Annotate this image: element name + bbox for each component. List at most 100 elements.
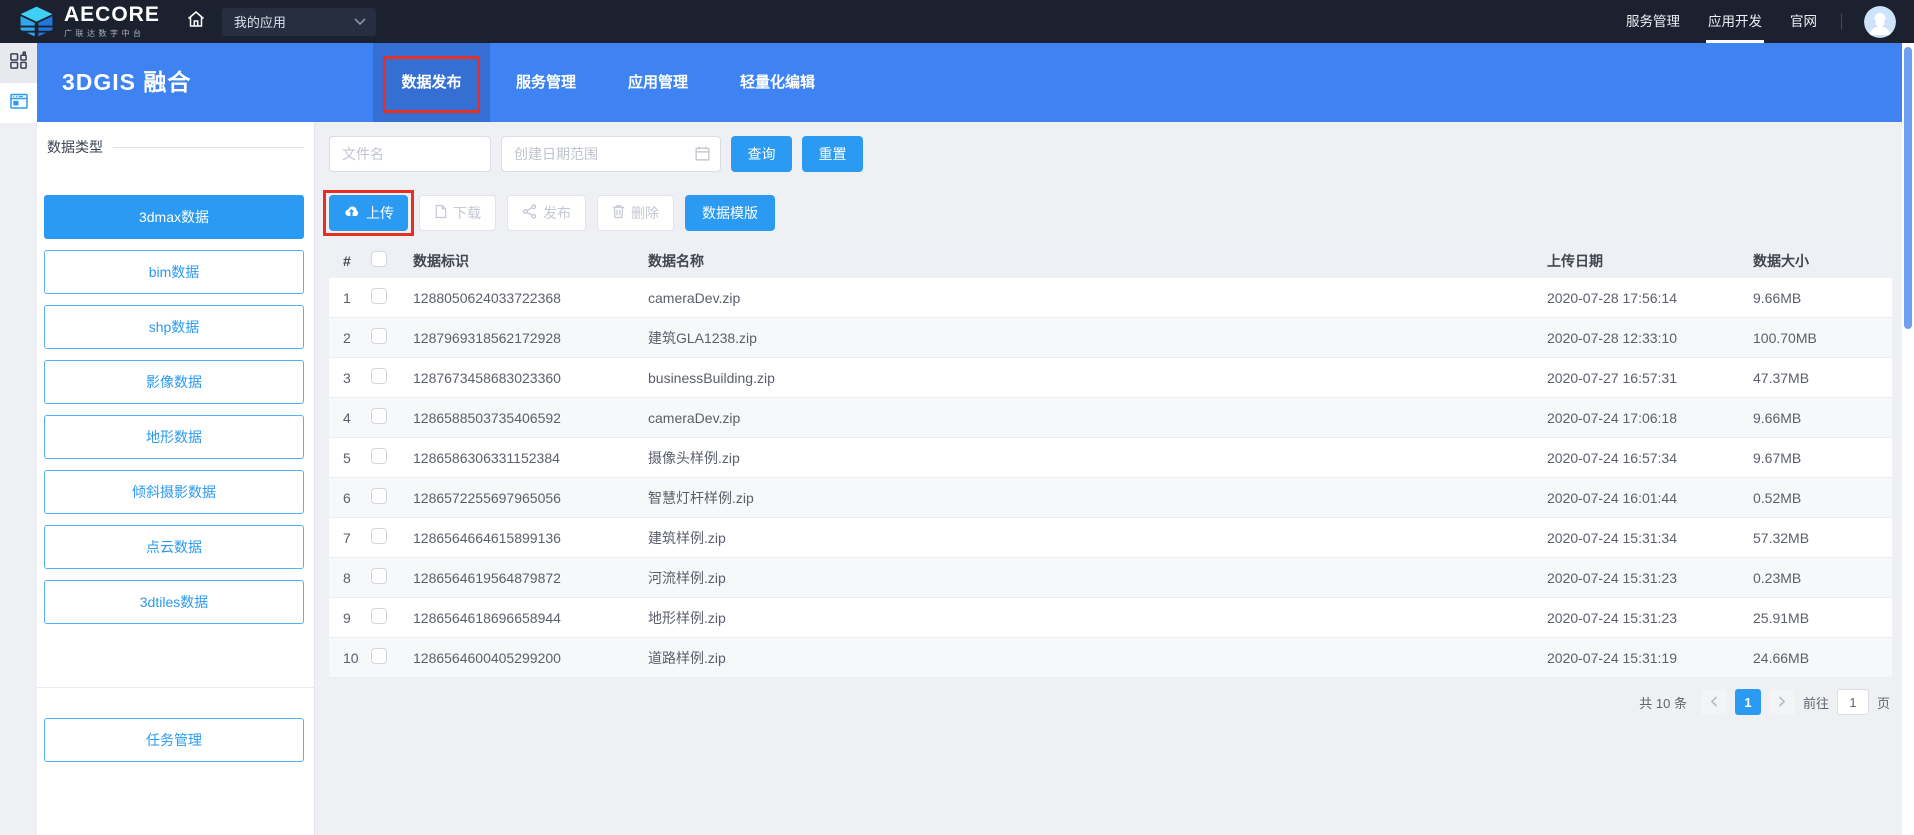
dashboard-nav-button[interactable] — [0, 43, 37, 83]
daterange-input[interactable] — [501, 136, 721, 172]
row-checkbox[interactable] — [371, 408, 387, 424]
data-template-button[interactable]: 数据模版 — [685, 195, 775, 231]
row-checkbox[interactable] — [371, 648, 387, 664]
row-index: 4 — [329, 410, 371, 426]
row-checkbox-cell — [371, 368, 413, 387]
topbar-link-label: 服务管理 — [1626, 14, 1680, 29]
row-upload-date: 2020-07-28 17:56:14 — [1547, 290, 1753, 306]
row-checkbox[interactable] — [371, 488, 387, 504]
sidebar-item[interactable]: 影像数据 — [44, 360, 304, 404]
row-data-id: 1286564618696658944 — [413, 610, 648, 626]
row-index: 1 — [329, 290, 371, 306]
filename-input[interactable] — [329, 136, 491, 172]
sidebar-item[interactable]: 点云数据 — [44, 525, 304, 569]
row-data-size: 57.32MB — [1753, 530, 1892, 546]
user-avatar-icon[interactable] — [1864, 6, 1896, 38]
page-number-current[interactable]: 1 — [1735, 689, 1761, 715]
row-checkbox[interactable] — [371, 568, 387, 584]
row-checkbox[interactable] — [371, 328, 387, 344]
row-index: 7 — [329, 530, 371, 546]
row-data-size: 9.66MB — [1753, 410, 1892, 426]
table-row: 8 1286564619564879872 河流样例.zip 2020-07-2… — [329, 558, 1892, 598]
header-tab[interactable]: 应用管理 — [602, 43, 714, 122]
row-checkbox-cell — [371, 648, 413, 667]
publish-button-label: 发布 — [543, 203, 571, 223]
delete-button[interactable]: 删除 — [597, 195, 674, 231]
topbar-link[interactable]: 应用开发 — [1708, 0, 1762, 43]
pagination-total: 共 10 条 — [1639, 693, 1687, 712]
table-body: 1 1288050624033722368 cameraDev.zip 2020… — [329, 278, 1892, 678]
row-checkbox[interactable] — [371, 528, 387, 544]
table-row: 7 1286564664615899136 建筑样例.zip 2020-07-2… — [329, 518, 1892, 558]
row-data-size: 0.23MB — [1753, 570, 1892, 586]
row-index: 10 — [329, 650, 371, 666]
header-tab[interactable]: 轻量化编辑 — [714, 43, 841, 122]
publish-button[interactable]: 发布 — [507, 195, 586, 231]
sidebar-item-label: 倾斜摄影数据 — [132, 482, 216, 502]
row-data-id: 1286564600405299200 — [413, 650, 648, 666]
table-row: 10 1286564600405299200 道路样例.zip 2020-07-… — [329, 638, 1892, 678]
upload-button[interactable]: 上传 — [329, 195, 408, 231]
topbar-link[interactable]: 官网 — [1790, 0, 1817, 43]
row-data-id: 1288050624033722368 — [413, 290, 648, 306]
scrollbar-thumb[interactable] — [1904, 47, 1912, 329]
sidebar-item[interactable]: 3dmax数据 — [44, 195, 304, 239]
header-tab-label: 应用管理 — [628, 74, 688, 91]
header-tab[interactable]: 服务管理 — [490, 43, 602, 122]
sidebar-item[interactable]: bim数据 — [44, 250, 304, 294]
table-row: 2 1287969318562172928 建筑GLA1238.zip 2020… — [329, 318, 1892, 358]
app-window-nav-button[interactable] — [0, 83, 37, 123]
row-data-name: 道路样例.zip — [648, 648, 1547, 668]
sidebar-item-label: bim数据 — [149, 262, 200, 282]
upload-cloud-icon — [343, 205, 360, 221]
col-header-index: # — [329, 253, 371, 269]
row-data-id: 1287969318562172928 — [413, 330, 648, 346]
row-checkbox-cell — [371, 328, 413, 347]
publish-share-icon — [522, 204, 537, 222]
table-row: 1 1288050624033722368 cameraDev.zip 2020… — [329, 278, 1892, 318]
header-tab[interactable]: 数据发布 — [373, 43, 490, 122]
download-button[interactable]: 下载 — [419, 195, 496, 231]
sidebar-item-label: shp数据 — [149, 317, 200, 337]
row-checkbox[interactable] — [371, 288, 387, 304]
sidebar-item[interactable]: 倾斜摄影数据 — [44, 470, 304, 514]
row-data-name: businessBuilding.zip — [648, 370, 1547, 386]
next-page-button[interactable] — [1769, 689, 1795, 715]
row-checkbox[interactable] — [371, 448, 387, 464]
row-upload-date: 2020-07-24 17:06:18 — [1547, 410, 1753, 426]
row-data-name: 建筑样例.zip — [648, 528, 1547, 548]
row-data-name: 摄像头样例.zip — [648, 448, 1547, 468]
app-select-dropdown[interactable]: 我的应用 — [222, 8, 376, 36]
row-data-name: 建筑GLA1238.zip — [648, 328, 1547, 348]
row-checkbox[interactable] — [371, 608, 387, 624]
sidebar-item[interactable]: 地形数据 — [44, 415, 304, 459]
logo-cube-icon — [18, 6, 55, 37]
sidebar-item[interactable]: 3dtiles数据 — [44, 580, 304, 624]
sidebar-item-label: 3dtiles数据 — [140, 592, 208, 612]
select-all-checkbox[interactable] — [371, 251, 387, 267]
table-row: 9 1286564618696658944 地形样例.zip 2020-07-2… — [329, 598, 1892, 638]
reset-button[interactable]: 重置 — [802, 136, 863, 172]
row-data-name: cameraDev.zip — [648, 410, 1547, 426]
topbar-link[interactable]: 服务管理 — [1626, 0, 1680, 43]
sidebar-item-task-manage[interactable]: 任务管理 — [44, 718, 304, 762]
row-checkbox-cell — [371, 448, 413, 467]
home-button[interactable] — [186, 9, 206, 34]
row-index: 5 — [329, 450, 371, 466]
sidebar: 数据类型 3dmax数据 bim数据 shp数据 影像数据 地形数据 倾斜摄影数… — [37, 122, 315, 835]
row-checkbox[interactable] — [371, 368, 387, 384]
dashboard-grid-icon — [9, 51, 28, 75]
sidebar-item[interactable]: shp数据 — [44, 305, 304, 349]
app-select-value: 我的应用 — [234, 12, 286, 31]
header-tab-label: 数据发布 — [401, 74, 461, 91]
vertical-scrollbar[interactable] — [1902, 43, 1914, 835]
row-data-size: 9.66MB — [1753, 290, 1892, 306]
search-button[interactable]: 查询 — [731, 136, 792, 172]
page-unit-label: 页 — [1877, 693, 1890, 712]
row-upload-date: 2020-07-24 15:31:19 — [1547, 650, 1753, 666]
sidebar-item-label: 3dmax数据 — [139, 207, 209, 227]
goto-page-input[interactable] — [1837, 689, 1869, 715]
row-data-name: cameraDev.zip — [648, 290, 1547, 306]
prev-page-button[interactable] — [1701, 689, 1727, 715]
upload-button-label: 上传 — [366, 203, 394, 223]
